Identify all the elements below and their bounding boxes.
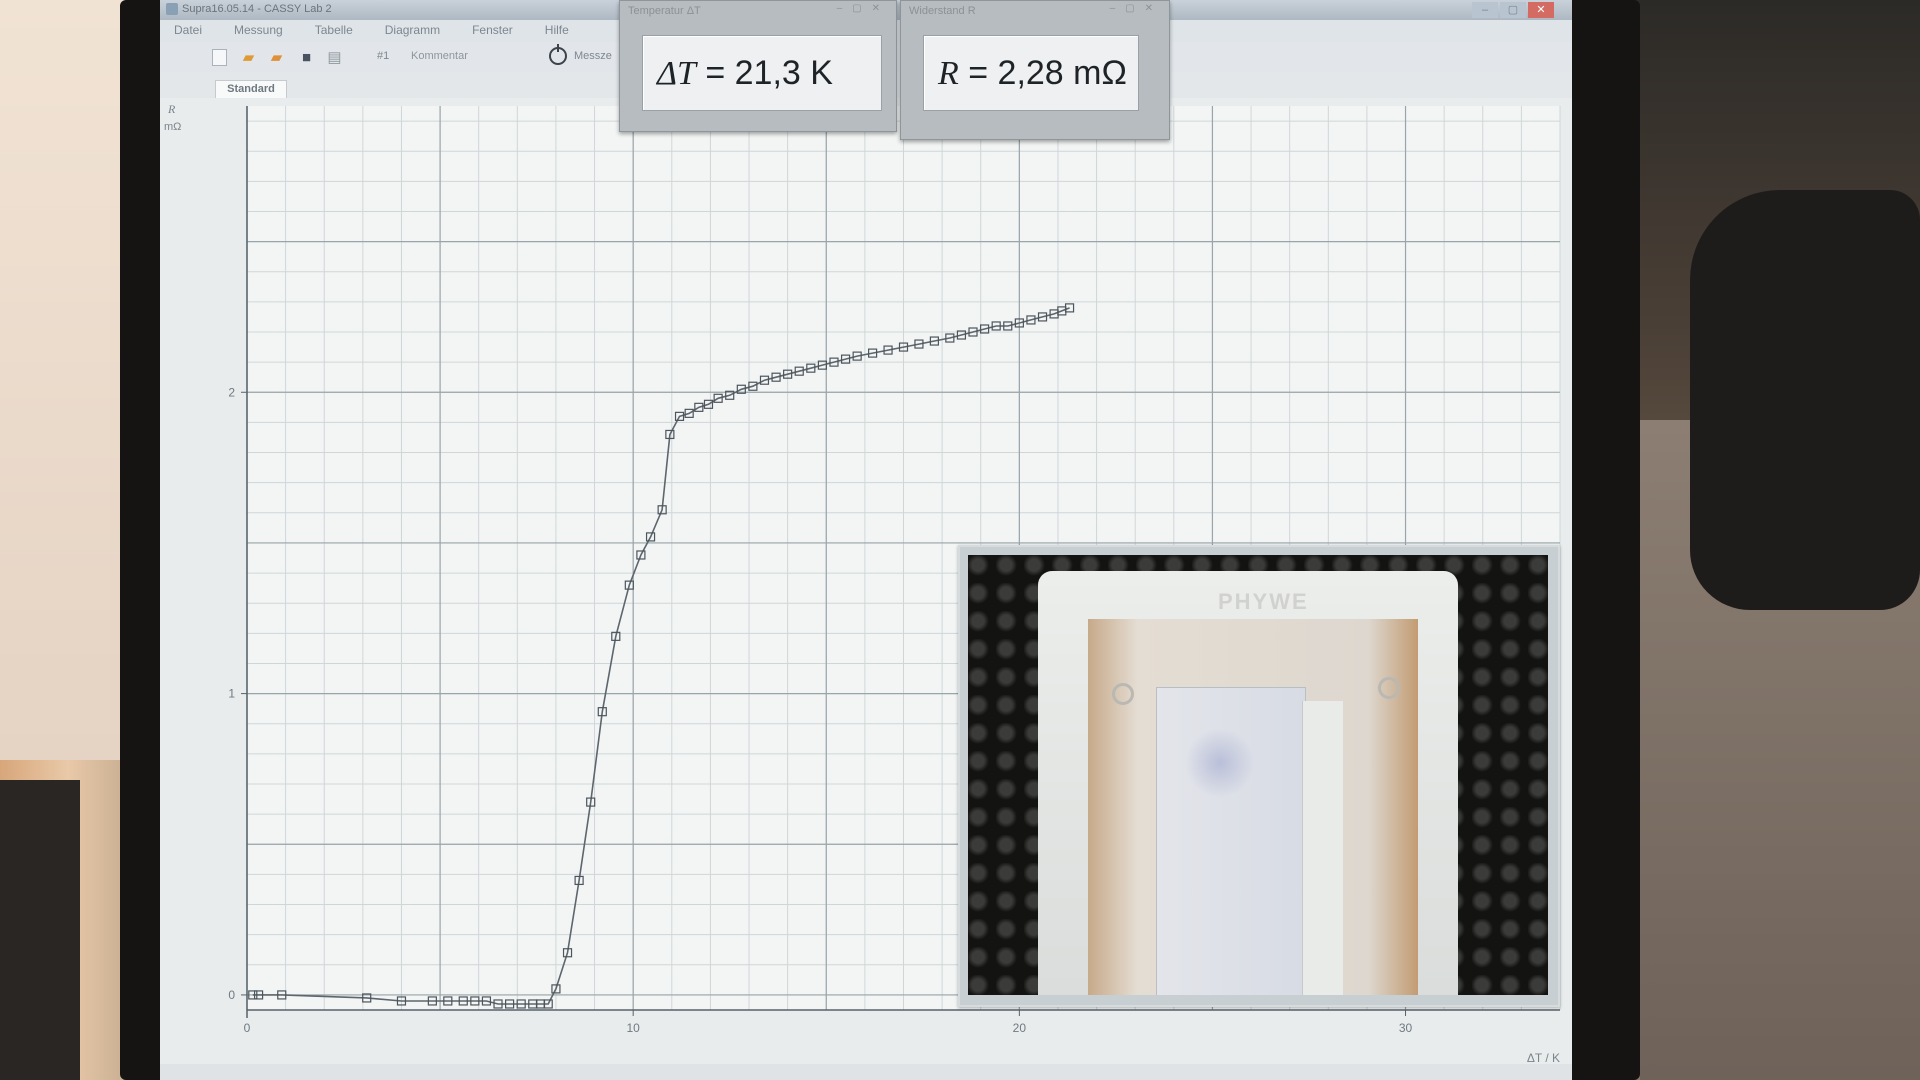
y-tick-label: 2 <box>228 385 235 399</box>
menu-hilfe[interactable]: Hilfe <box>531 20 587 42</box>
minimize-button[interactable]: – <box>1472 2 1498 18</box>
webcam-image: PHYWE <box>968 555 1548 995</box>
background-shelf <box>0 0 135 760</box>
webcam-window[interactable]: PHYWE <box>958 545 1560 1007</box>
temperature-readout: ΔT = 21,3 K <box>642 35 882 111</box>
x-tick-label: 30 <box>1399 1021 1413 1035</box>
open-example-icon[interactable]: ▰ <box>268 49 285 66</box>
y-axis-unit: mΩ <box>164 121 181 133</box>
screw-icon <box>1378 677 1400 699</box>
stopwatch-icon[interactable] <box>549 44 567 65</box>
resistance-meter-title: Widerstand R <box>909 5 976 17</box>
y-tick-label: 0 <box>228 988 235 1002</box>
save-icon[interactable]: ■ <box>298 49 315 66</box>
maximize-button[interactable]: ▢ <box>1500 2 1526 18</box>
screw-icon <box>1112 683 1134 705</box>
window-title: Supra16.05.14 - CASSY Lab 2 <box>182 3 332 15</box>
temperature-meter-window[interactable]: Temperatur ΔT –▢✕ ΔT = 21,3 K <box>619 0 897 132</box>
menu-fenster[interactable]: Fenster <box>458 20 531 42</box>
x-tick-label: 10 <box>626 1021 640 1035</box>
resistance-meter-controls[interactable]: –▢✕ <box>1110 3 1163 14</box>
screen: Supra16.05.14 - CASSY Lab 2 – ▢ ✕ Datei … <box>160 0 1572 1080</box>
sample-holder: PHYWE <box>1038 571 1458 995</box>
temperature-value: = 21,3 K <box>705 54 833 92</box>
resistance-readout: R = 2,28 mΩ <box>923 35 1139 111</box>
window-controls: – ▢ ✕ <box>1472 2 1554 18</box>
status-strip <box>160 1064 1572 1080</box>
x-tick-label: 0 <box>244 1021 251 1035</box>
x-axis-label: ΔT / K <box>1527 1051 1560 1064</box>
menu-diagramm[interactable]: Diagramm <box>371 20 458 42</box>
background-chair <box>1690 190 1920 610</box>
open-folder-icon[interactable]: ▰ <box>240 49 257 66</box>
holder-logo: PHYWE <box>1218 589 1309 614</box>
menu-tabelle[interactable]: Tabelle <box>301 20 371 42</box>
resistance-symbol: R <box>938 55 959 92</box>
menu-datei[interactable]: Datei <box>160 20 220 42</box>
y-tick-label: 1 <box>228 687 235 701</box>
y-axis-label: R <box>167 102 176 116</box>
menu-messung[interactable]: Messung <box>220 20 301 42</box>
resistance-meter-window[interactable]: Widerstand R –▢✕ R = 2,28 mΩ <box>900 0 1170 140</box>
temperature-meter-title: Temperatur ΔT <box>628 5 701 17</box>
tab-standard[interactable]: Standard <box>215 80 287 98</box>
measure-label[interactable]: Messze <box>574 50 612 62</box>
temperature-symbol: ΔT <box>657 55 696 92</box>
close-button[interactable]: ✕ <box>1528 2 1554 18</box>
contact-strip <box>1302 701 1343 995</box>
print-icon[interactable]: ▤ <box>326 49 343 66</box>
x-tick-label: 20 <box>1013 1021 1027 1035</box>
measurement-id[interactable]: #1 <box>377 50 389 62</box>
superconductor-plate <box>1156 687 1306 995</box>
background-device <box>0 780 80 1080</box>
temperature-meter-controls[interactable]: –▢✕ <box>837 3 890 14</box>
new-file-icon[interactable] <box>212 49 227 66</box>
app-icon <box>166 3 178 15</box>
resistance-value: = 2,28 mΩ <box>968 54 1127 92</box>
comment-field[interactable]: Kommentar <box>411 50 468 62</box>
plate-reflection <box>1185 728 1255 798</box>
